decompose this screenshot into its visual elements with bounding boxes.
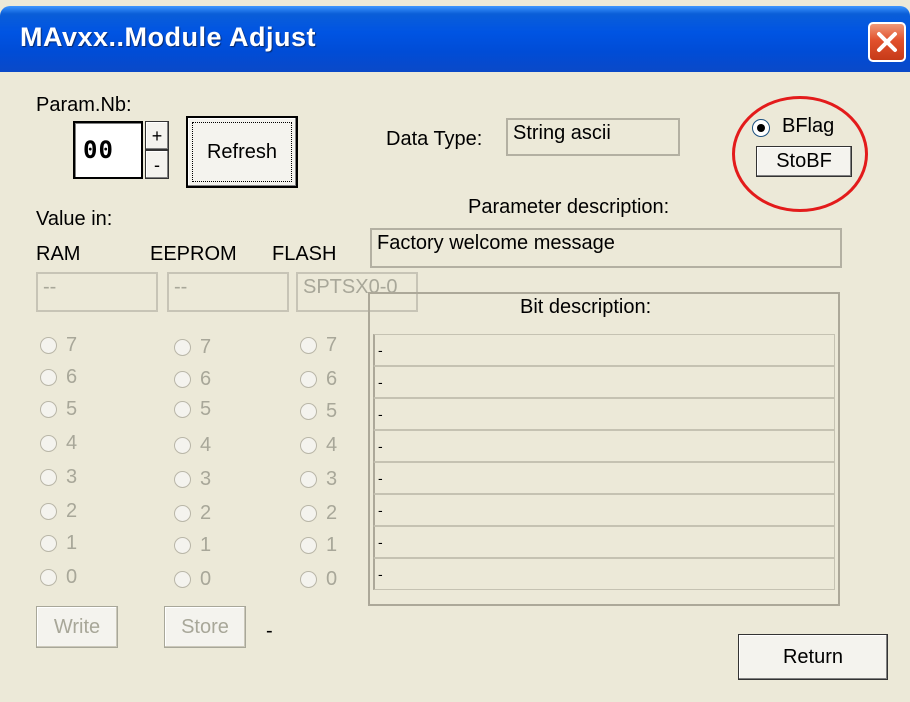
bit-desc-row: - <box>373 558 835 590</box>
param-increment-button[interactable]: + <box>145 121 169 150</box>
value-in-label: Value in: <box>36 208 113 230</box>
bit-label: 3 <box>66 466 78 488</box>
bit-label: 3 <box>200 468 212 490</box>
radio-circle <box>300 371 317 388</box>
refresh-label: Refresh <box>206 140 278 163</box>
radio-circle <box>174 401 191 418</box>
store-button[interactable]: Store <box>164 606 246 648</box>
radio-circle <box>174 537 191 554</box>
bit-label: 1 <box>326 534 338 556</box>
module-adjust-window: MAvxx..Module Adjust Param.Nb: 00 + - Re… <box>0 0 910 702</box>
param-nb-value: 00 <box>83 136 114 164</box>
radio-circle <box>174 505 191 522</box>
bit-label: 7 <box>326 334 338 356</box>
radio-circle <box>174 437 191 454</box>
bit-label: 6 <box>66 366 78 388</box>
radio-circle <box>300 537 317 554</box>
status-text: - <box>266 620 273 642</box>
radio-circle <box>40 337 57 354</box>
bit-label: 2 <box>200 502 212 524</box>
refresh-button[interactable]: Refresh <box>186 116 298 188</box>
flash-label: FLASH <box>272 243 337 265</box>
radio-circle <box>174 339 191 356</box>
bit-desc-row: - <box>373 526 835 558</box>
bit-label: 6 <box>200 368 212 390</box>
bit-label: 7 <box>200 336 212 358</box>
radio-circle <box>40 401 57 418</box>
radio-circle <box>300 437 317 454</box>
radio-circle <box>174 571 191 588</box>
ram-value-field: -- <box>36 272 158 312</box>
bit-label: 0 <box>66 566 78 588</box>
radio-circle <box>300 403 317 420</box>
return-button[interactable]: Return <box>738 634 888 680</box>
param-description-field: Factory welcome message <box>370 228 842 268</box>
radio-circle <box>40 435 57 452</box>
bit-label: 2 <box>66 500 78 522</box>
radio-circle <box>300 505 317 522</box>
title-bar: MAvxx..Module Adjust <box>0 6 910 72</box>
radio-circle <box>300 571 317 588</box>
bit-label: 6 <box>326 368 338 390</box>
write-button[interactable]: Write <box>36 606 118 648</box>
bit-label: 4 <box>66 432 78 454</box>
radio-circle <box>174 471 191 488</box>
bit-desc-row: - <box>373 334 835 366</box>
bit-label: 5 <box>200 398 212 420</box>
bit-label: 3 <box>326 468 338 490</box>
radio-circle <box>300 337 317 354</box>
highlight-circle <box>732 96 868 212</box>
eeprom-label: EEPROM <box>150 243 237 265</box>
bit-label: 0 <box>326 568 338 590</box>
window-title: MAvxx..Module Adjust <box>20 22 317 52</box>
radio-circle <box>300 471 317 488</box>
eeprom-value-field: -- <box>167 272 289 312</box>
bit-label: 5 <box>66 398 78 420</box>
radio-circle <box>40 535 57 552</box>
param-decrement-button[interactable]: - <box>145 150 169 179</box>
param-nb-field[interactable]: 00 <box>73 121 143 179</box>
data-type-field: String ascii <box>506 118 680 156</box>
bit-desc-row: - <box>373 462 835 494</box>
bit-description-label: Bit description: <box>514 296 658 319</box>
bit-label: 4 <box>326 434 338 456</box>
bit-label: 0 <box>200 568 212 590</box>
bit-label: 1 <box>200 534 212 556</box>
bit-label: 2 <box>326 502 338 524</box>
radio-circle <box>174 371 191 388</box>
close-button[interactable] <box>868 22 906 62</box>
bit-label: 7 <box>66 334 78 356</box>
bit-label: 1 <box>66 532 78 554</box>
bit-label: 4 <box>200 434 212 456</box>
radio-circle <box>40 469 57 486</box>
data-type-label: Data Type: <box>386 128 483 150</box>
radio-circle <box>40 503 57 520</box>
bit-desc-row: - <box>373 366 835 398</box>
ram-label: RAM <box>36 243 81 265</box>
param-description-label: Parameter description: <box>468 196 670 218</box>
bit-desc-row: - <box>373 398 835 430</box>
param-nb-label: Param.Nb: <box>36 94 132 116</box>
radio-circle <box>40 569 57 586</box>
bit-label: 5 <box>326 400 338 422</box>
close-icon <box>877 32 897 52</box>
bit-desc-row: - <box>373 430 835 462</box>
bit-desc-row: - <box>373 494 835 526</box>
radio-circle <box>40 369 57 386</box>
